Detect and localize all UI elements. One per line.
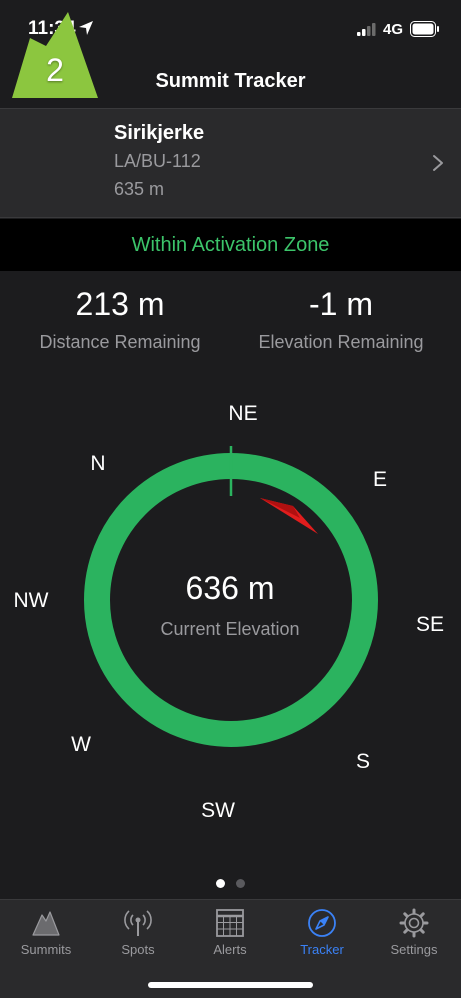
tab-label: Spots <box>121 942 155 957</box>
summit-card[interactable] <box>0 108 461 218</box>
compass-label-n: N <box>90 452 106 475</box>
tab-label: Settings <box>390 942 438 957</box>
compass-label-sw: SW <box>201 799 235 822</box>
distance-remaining-value: 213 m <box>75 286 165 322</box>
tab-tracker[interactable]: Tracker <box>276 900 368 970</box>
home-indicator[interactable] <box>148 982 313 988</box>
tab-label: Summits <box>20 942 72 957</box>
summit-altitude: 635 m <box>114 179 165 199</box>
calendar-icon <box>216 909 244 937</box>
summit-name: Sirikjerke <box>114 122 205 144</box>
activation-zone-status: Within Activation Zone <box>0 219 461 271</box>
elevation-remaining-value: -1 m <box>309 286 373 322</box>
antenna-icon <box>124 910 152 936</box>
distance-remaining-label: Distance Remaining <box>39 332 201 352</box>
tab-spots[interactable]: Spots <box>92 900 184 970</box>
gear-icon <box>399 908 429 938</box>
current-elevation-value: 636 m <box>185 570 275 606</box>
signal-icon <box>357 23 376 36</box>
compass-label-w: W <box>71 733 91 756</box>
mountain-icon <box>32 911 60 936</box>
elevation-remaining-label: Elevation Remaining <box>258 332 424 352</box>
tab-label: Alerts <box>213 942 247 957</box>
tab-summits[interactable]: Summits <box>0 900 92 970</box>
page-dot-active[interactable] <box>216 879 225 888</box>
summit-points: 2 <box>46 52 64 88</box>
page-indicator[interactable] <box>210 879 250 891</box>
compass-label-se: SE <box>415 613 444 636</box>
summit-reference: LA/BU-112 <box>114 151 201 171</box>
compass-icon <box>308 909 336 937</box>
compass-label-ne: NE <box>228 402 258 425</box>
compass-label-s: S <box>355 750 370 773</box>
tab-label: Tracker <box>300 942 344 957</box>
battery-icon <box>410 21 439 37</box>
network-type: 4G <box>383 21 404 38</box>
compass-label-e: E <box>372 468 387 491</box>
page-dot[interactable] <box>236 879 245 888</box>
tab-settings[interactable]: Settings <box>368 900 460 970</box>
compass-label-nw: NW <box>13 589 49 612</box>
tab-alerts[interactable]: Alerts <box>184 900 276 970</box>
chevron-right-icon[interactable] <box>432 154 444 172</box>
current-elevation-label: Current Elevation <box>160 619 300 639</box>
